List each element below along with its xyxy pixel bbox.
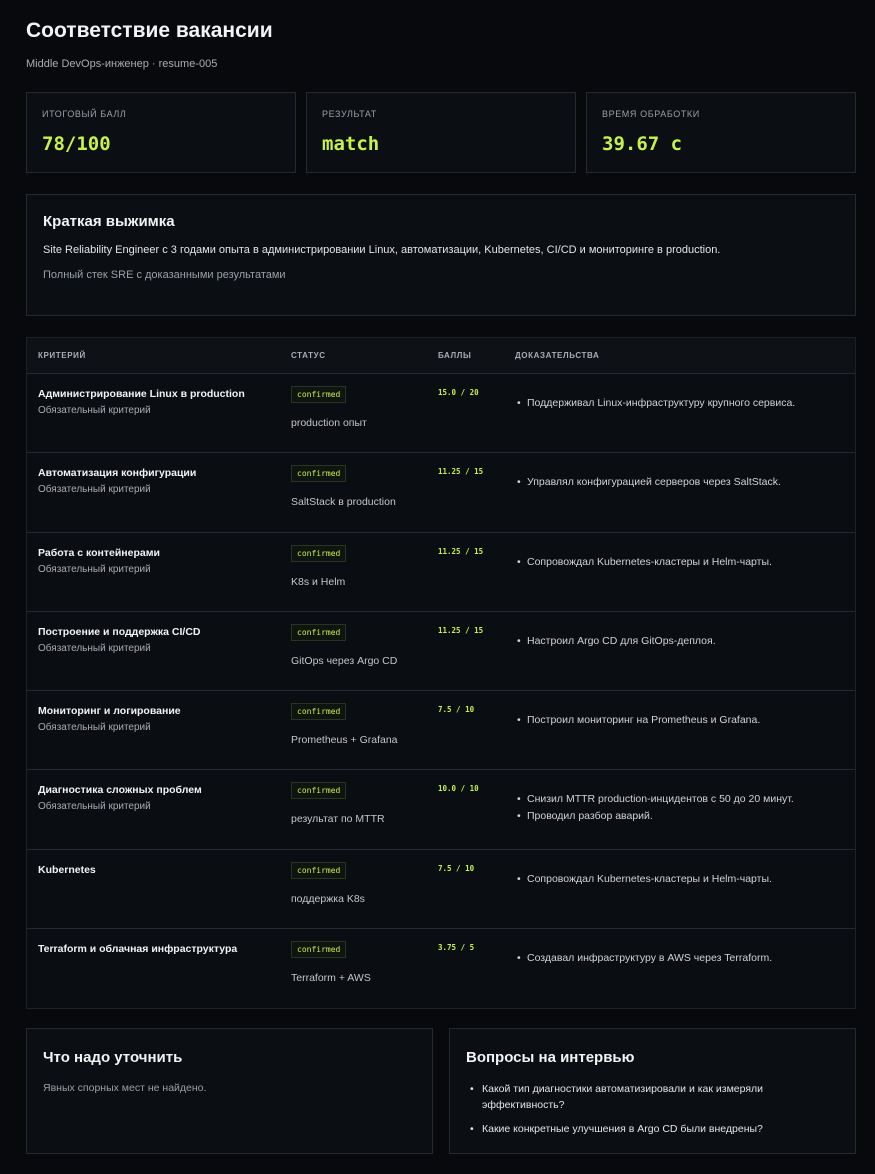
interview-questions-card: Вопросы на интервью Какой тип диагностик… [449,1028,856,1154]
page-subtitle: Middle DevOps-инженер · resume-005 [26,58,218,70]
metric-label: Время обработки [602,109,700,119]
table-row: Terraform и облачная инфраструктура confi… [27,929,855,1008]
summary-card: Краткая выжимка Site Reliability Enginee… [26,194,856,316]
status-note: Prometheus + Grafana [291,734,398,747]
status-badge: confirmed [291,703,347,721]
criterion-type: Обязательный критерий [38,405,151,416]
criterion-type: Обязательный критерий [38,484,151,496]
criterion-name: Построение и поддержка CI/CD [38,625,201,638]
page-title: Соответствие вакансии [26,19,273,42]
criterion-type: Обязательный критерий [38,642,151,654]
table-row: Администрирование Linux в production Обяз… [27,374,855,454]
table-body: Администрирование Linux в production Обяз… [27,374,855,1008]
score-value: 7.5 / 10 [438,705,475,715]
table-header: Критерий Статус Баллы Доказательства [27,338,855,374]
evidence-item: Построил мониторинг на Prometheus и Graf… [515,712,845,729]
summary-note: Полный стек SRE с доказанными результата… [43,269,286,281]
column-header-status: Статус [291,351,326,360]
summary-text: Site Reliability Engineer с 3 годами опы… [43,244,721,256]
clarify-title: Что надо уточнить [43,1049,183,1066]
metric-card-processing-time: Время обработки 39.67 с [586,92,856,173]
status-badge: confirmed [291,623,347,641]
metric-value: match [322,133,380,155]
criterion-name: Администрирование Linux в production [38,388,245,400]
evidence-item: Снизил MTTR production-инцидентов с 50 д… [515,791,845,808]
evidence-item: Проводил разбор аварий. [515,808,845,825]
evidence-item: Сопровождал Kubernetes-кластеры и Helm-ч… [515,554,845,571]
metric-card-result: Результат match [306,92,576,173]
metric-value: 39.67 с [602,133,683,155]
criterion-name: Kubernetes [38,863,96,876]
status-badge: confirmed [291,861,347,879]
summary-title: Краткая выжимка [43,213,175,230]
questions-title: Вопросы на интервью [466,1049,635,1066]
status-note: Terraform + AWS [291,972,371,985]
criterion-type: Обязательный критерий [38,722,151,734]
status-note: production опыт [291,417,367,429]
status-note: GitOps через Argo CD [291,654,398,667]
criteria-table: Критерий Статус Баллы Доказательства Адм… [26,337,856,1010]
score-value: 15.0 / 20 [438,388,479,397]
status-note: результат по MTTR [291,813,385,826]
table-row: Диагностика сложных проблем Обязательный … [27,770,855,850]
evidence-item: Управлял конфигурацией серверов через Sa… [515,474,845,491]
clarify-card: Что надо уточнить Явных спорных мест не … [26,1028,433,1154]
score-value: 11.25 / 15 [438,625,484,635]
clarify-text: Явных спорных мест не найдено. [43,1082,207,1094]
metric-card-total-score: Итоговый балл 78/100 [26,92,296,173]
column-header-score: Баллы [438,351,472,360]
bottom-cards: Что надо уточнить Явных спорных мест не … [26,1028,856,1154]
evidence-list: Снизил MTTR production-инцидентов с 50 д… [515,791,845,824]
evidence-list: Поддерживал Linux-инфраструктуру крупног… [515,395,845,412]
metrics-row: Итоговый балл 78/100 Результат match Вре… [26,92,856,173]
metric-label: Итоговый балл [42,109,127,119]
score-value: 3.75 / 5 [438,943,475,953]
metric-label: Результат [322,109,377,119]
status-note: K8s и Helm [291,575,346,588]
evidence-list: Настроил Argo CD для GitOps-деплоя. [515,633,845,650]
criterion-name: Terraform и облачная инфраструктура [38,943,238,956]
table-row: Построение и поддержка CI/CD Обязательный… [27,612,855,692]
evidence-item: Поддерживал Linux-инфраструктуру крупног… [515,395,845,412]
evidence-list: Сопровождал Kubernetes-кластеры и Helm-ч… [515,554,845,571]
criterion-type: Обязательный критерий [38,563,151,575]
criterion-type: Обязательный критерий [38,801,151,813]
criterion-name: Диагностика сложных проблем [38,784,202,797]
status-badge: confirmed [291,782,347,800]
score-value: 10.0 / 10 [438,784,479,794]
status-note: поддержка K8s [291,892,365,905]
table-row: Kubernetes confirmed поддержка K8s 7.5 / 10… [27,850,855,930]
questions-list: Какой тип диагностики автоматизировали и… [466,1081,839,1137]
table-row: Работа с контейнерами Обязательный критер… [27,533,855,612]
criterion-name: Автоматизация конфигурации [38,467,197,480]
table-row: Автоматизация конфигурации Обязательный к… [27,453,855,533]
criterion-name: Работа с контейнерами [38,546,160,559]
column-header-criterion: Критерий [38,351,86,360]
metric-value: 78/100 [42,133,111,155]
question-item: Какой тип диагностики автоматизировали и… [466,1081,839,1113]
score-value: 7.5 / 10 [438,863,475,873]
table-row: Мониторинг и логирование Обязательный кри… [27,691,855,771]
evidence-list: Управлял конфигурацией серверов через Sa… [515,474,845,491]
evidence-list: Создавал инфраструктуру в AWS через Terr… [515,950,845,967]
status-badge: confirmed [291,386,347,403]
evidence-item: Сопровождал Kubernetes-кластеры и Helm-ч… [515,871,845,888]
evidence-list: Сопровождал Kubernetes-кластеры и Helm-ч… [515,871,845,888]
evidence-list: Построил мониторинг на Prometheus и Graf… [515,712,845,729]
question-item: Какие конкретные улучшения в Argo CD был… [466,1121,839,1137]
evidence-item: Настроил Argo CD для GitOps-деплоя. [515,633,845,650]
status-badge: confirmed [291,544,347,562]
score-value: 11.25 / 15 [438,546,484,556]
status-badge: confirmed [291,941,347,959]
page: Соответствие вакансии Middle DevOps-инже… [26,18,856,1154]
column-header-evidence: Доказательства [515,351,600,360]
score-value: 11.25 / 15 [438,467,484,477]
criterion-name: Мониторинг и логирование [38,705,181,718]
evidence-item: Создавал инфраструктуру в AWS через Terr… [515,950,845,967]
status-badge: confirmed [291,465,347,483]
status-note: SaltStack в production [291,496,396,509]
